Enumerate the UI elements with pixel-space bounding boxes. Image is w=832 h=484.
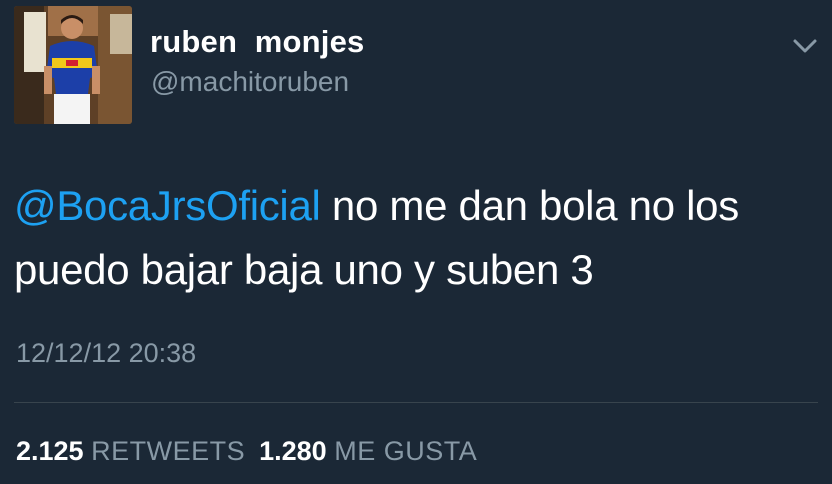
retweets-label: RETWEETS: [91, 436, 246, 466]
tweet-timestamp[interactable]: 12/12/12 20:38: [16, 338, 196, 369]
likes-label: ME GUSTA: [334, 436, 478, 466]
avatar[interactable]: [14, 6, 132, 124]
mention-link[interactable]: @BocaJrsOficial: [14, 182, 321, 229]
chevron-down-icon[interactable]: [790, 36, 820, 56]
avatar-photo: [14, 6, 132, 124]
divider: [14, 402, 818, 403]
tweet-stats: 2.125 RETWEETS 1.280 ME GUSTA: [16, 436, 491, 467]
tweet-card: ruben monjes @machitoruben @BocaJrsOfici…: [0, 0, 832, 484]
tweet-text: @BocaJrsOficial no me dan bola no los pu…: [14, 174, 824, 302]
likes-stat[interactable]: 1.280 ME GUSTA: [259, 436, 477, 467]
author-handle[interactable]: @machitoruben: [151, 66, 349, 98]
likes-count: 1.280: [259, 436, 327, 466]
retweets-stat[interactable]: 2.125 RETWEETS: [16, 436, 245, 467]
author-display-name[interactable]: ruben monjes: [150, 24, 364, 60]
retweets-count: 2.125: [16, 436, 84, 466]
